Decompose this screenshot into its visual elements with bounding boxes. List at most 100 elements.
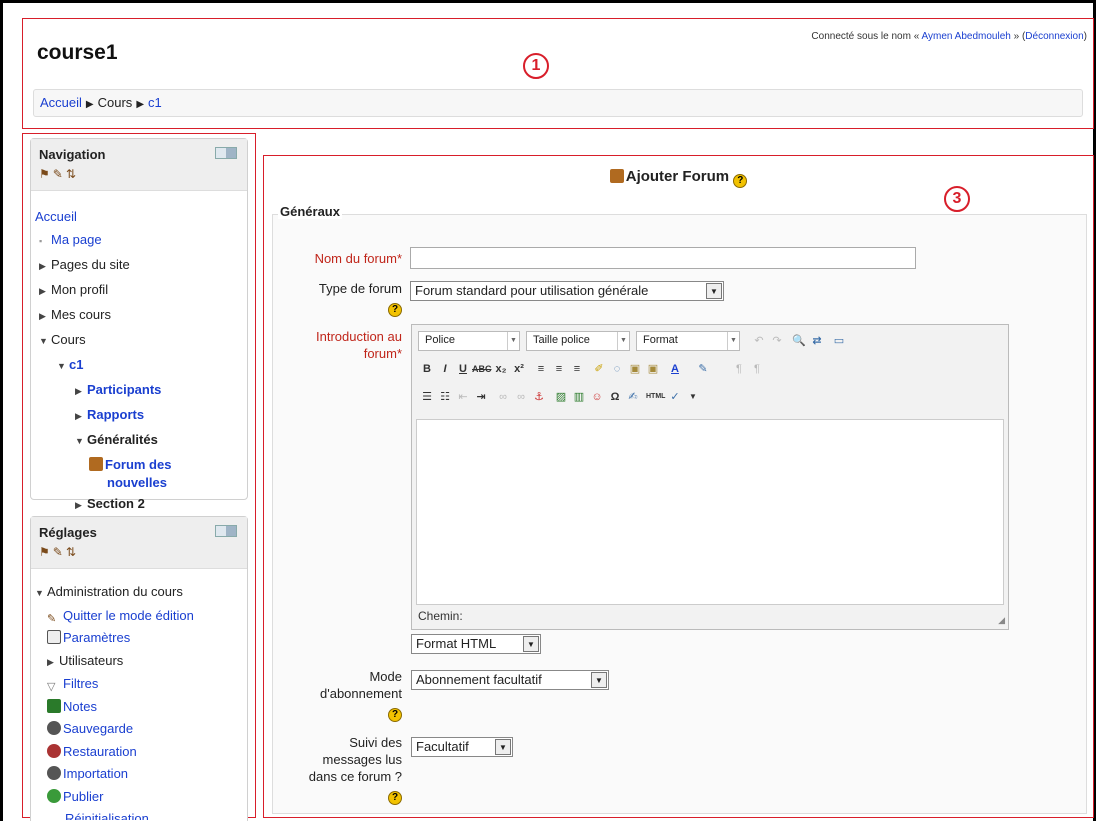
align-left-icon[interactable]: ≡	[532, 359, 550, 379]
spellcheck-icon[interactable]: ✓	[666, 387, 684, 407]
resize-handle-icon[interactable]: ◢	[998, 615, 1005, 626]
help-icon[interactable]: ?	[388, 708, 402, 722]
ltr-icon[interactable]: ¶	[730, 359, 748, 379]
nav-generalites[interactable]: Généralités	[87, 432, 158, 447]
filter-icon: ▽	[47, 681, 56, 693]
strikethrough-icon[interactable]: ABC	[472, 359, 492, 379]
font-select[interactable]: Police ▼	[418, 331, 520, 351]
image-icon[interactable]: ▨	[552, 387, 570, 407]
nav-mes-cours[interactable]: Mes cours	[51, 307, 111, 322]
fullscreen-icon[interactable]: ▭	[830, 331, 848, 351]
settings-notes[interactable]: Notes	[63, 699, 97, 714]
find-icon[interactable]: 🔍	[790, 331, 808, 351]
expand-icon[interactable]: ▶	[47, 651, 59, 674]
breadcrumb-accueil[interactable]: Accueil	[40, 95, 82, 110]
nav-pages-site[interactable]: Pages du site	[51, 257, 130, 272]
expand-icon[interactable]: ▶	[75, 380, 87, 403]
forum-name-input[interactable]	[410, 247, 916, 269]
highlight-icon[interactable]: ✎	[694, 359, 712, 379]
bold-icon[interactable]: B	[418, 359, 436, 379]
nav-section-2[interactable]: Section 2	[87, 496, 145, 511]
edit-table-icon[interactable]: ✍	[624, 387, 642, 407]
settings-quitter[interactable]: Quitter le mode édition	[63, 608, 194, 623]
expand-icon[interactable]: ▶	[75, 405, 87, 428]
unlink-icon[interactable]: ∞	[512, 387, 530, 407]
format-html-select[interactable]: Format HTML ▼	[411, 634, 541, 654]
underline-icon[interactable]: U	[454, 359, 472, 379]
dock-icon[interactable]	[215, 147, 237, 159]
block-action-icons[interactable]: ⚑✎⇅	[39, 167, 79, 181]
bullet-list-icon[interactable]: ☰	[418, 387, 436, 407]
align-right-icon[interactable]: ≡	[568, 359, 586, 379]
left-column-region: 2 Navigation ⚑✎⇅ Accueil ▪Ma page ▶Pages…	[22, 133, 256, 821]
emoticon-icon[interactable]: ☺	[588, 387, 606, 407]
nav-c1[interactable]: c1	[69, 357, 83, 372]
html-source-icon[interactable]: HTML	[646, 387, 665, 407]
expand-icon[interactable]: ▶	[39, 255, 51, 278]
expand-icon[interactable]: ▶	[75, 494, 87, 517]
rtl-icon[interactable]: ¶	[748, 359, 766, 379]
rich-text-editor: Police ▼ Taille police ▼ Format ▼ ↶ ↷ 🔍 ⇄ ▭…	[411, 324, 1009, 630]
collapse-icon[interactable]: ▼	[35, 582, 47, 605]
settings-publier[interactable]: Publier	[63, 789, 103, 804]
collapse-icon[interactable]: ▼	[75, 430, 87, 453]
help-icon[interactable]: ?	[388, 791, 402, 805]
align-center-icon[interactable]: ≡	[550, 359, 568, 379]
redo-icon[interactable]: ↷	[768, 331, 786, 351]
breadcrumb-c1[interactable]: c1	[148, 95, 162, 110]
navigation-block: Navigation ⚑✎⇅ Accueil ▪ Ma page ▶ Pages d…	[30, 138, 248, 511]
collapse-icon[interactable]: ▼	[39, 330, 51, 353]
collapse-icon[interactable]: ▼	[57, 355, 69, 378]
settings-utilisateurs[interactable]: Utilisateurs	[59, 653, 123, 668]
dock-icon[interactable]	[215, 525, 237, 537]
help-icon[interactable]: ?	[388, 303, 402, 317]
chevron-down-icon: ▼	[727, 332, 739, 350]
indent-icon[interactable]: ⇥	[472, 387, 490, 407]
anchor-icon[interactable]: ⚓	[530, 387, 548, 407]
settings-admin[interactable]: Administration du cours	[47, 584, 183, 599]
help-icon[interactable]: ?	[733, 174, 748, 188]
nav-rapports[interactable]: Rapports	[87, 407, 144, 422]
settings-restauration[interactable]: Restauration	[63, 744, 137, 759]
nav-mon-profil[interactable]: Mon profil	[51, 282, 108, 297]
logout-link[interactable]: Déconnexion	[1025, 31, 1083, 42]
subscript-icon[interactable]: x₂	[492, 359, 510, 379]
nav-ma-page[interactable]: Ma page	[51, 232, 102, 247]
nav-cours[interactable]: Cours	[51, 332, 86, 347]
settings-importation[interactable]: Importation	[63, 766, 128, 781]
breadcrumb-separator-icon: ▶	[85, 99, 94, 110]
italic-icon[interactable]: I	[436, 359, 454, 379]
paste-text-icon[interactable]: ▣	[626, 359, 644, 379]
font-size-select[interactable]: Taille police ▼	[526, 331, 630, 351]
settings-sauvegarde[interactable]: Sauvegarde	[63, 721, 133, 736]
nav-accueil[interactable]: Accueil	[35, 209, 77, 224]
subscription-mode-select[interactable]: Abonnement facultatif ▼	[411, 670, 609, 690]
clean-icon[interactable]: ✐	[590, 359, 608, 379]
settings-filtres[interactable]: Filtres	[63, 676, 98, 691]
nav-participants[interactable]: Participants	[87, 382, 161, 397]
settings-reinitialisation[interactable]: Réinitialisation	[65, 811, 149, 820]
numbered-list-icon[interactable]: ☷	[436, 387, 454, 407]
paste-word-icon[interactable]: ▣	[644, 359, 662, 379]
import-icon	[47, 766, 61, 780]
read-tracking-select[interactable]: Facultatif ▼	[411, 737, 513, 757]
forum-type-select[interactable]: Forum standard pour utilisation générale…	[410, 281, 724, 301]
eraser-icon[interactable]: ◌	[608, 359, 626, 379]
superscript-icon[interactable]: x²	[510, 359, 528, 379]
undo-icon[interactable]: ↶	[750, 331, 768, 351]
editor-text-area[interactable]	[416, 419, 1004, 605]
settings-parametres[interactable]: Paramètres	[63, 630, 130, 645]
expand-icon[interactable]: ▶	[39, 305, 51, 328]
chevron-down-icon[interactable]: ▼	[684, 387, 702, 407]
special-char-icon[interactable]: Ω	[606, 387, 624, 407]
user-profile-link[interactable]: Aymen Abedmouleh	[922, 31, 1011, 42]
outdent-icon[interactable]: ⇤	[454, 387, 472, 407]
format-select[interactable]: Format ▼	[636, 331, 740, 351]
text-color-icon[interactable]: A	[666, 359, 684, 379]
block-action-icons[interactable]: ⚑✎⇅	[39, 545, 79, 559]
expand-icon[interactable]: ▶	[39, 280, 51, 303]
media-icon[interactable]: ▥	[570, 387, 588, 407]
link-icon[interactable]: ∞	[494, 387, 512, 407]
breadcrumb-cours[interactable]: Cours	[98, 95, 133, 110]
replace-icon[interactable]: ⇄	[808, 331, 826, 351]
